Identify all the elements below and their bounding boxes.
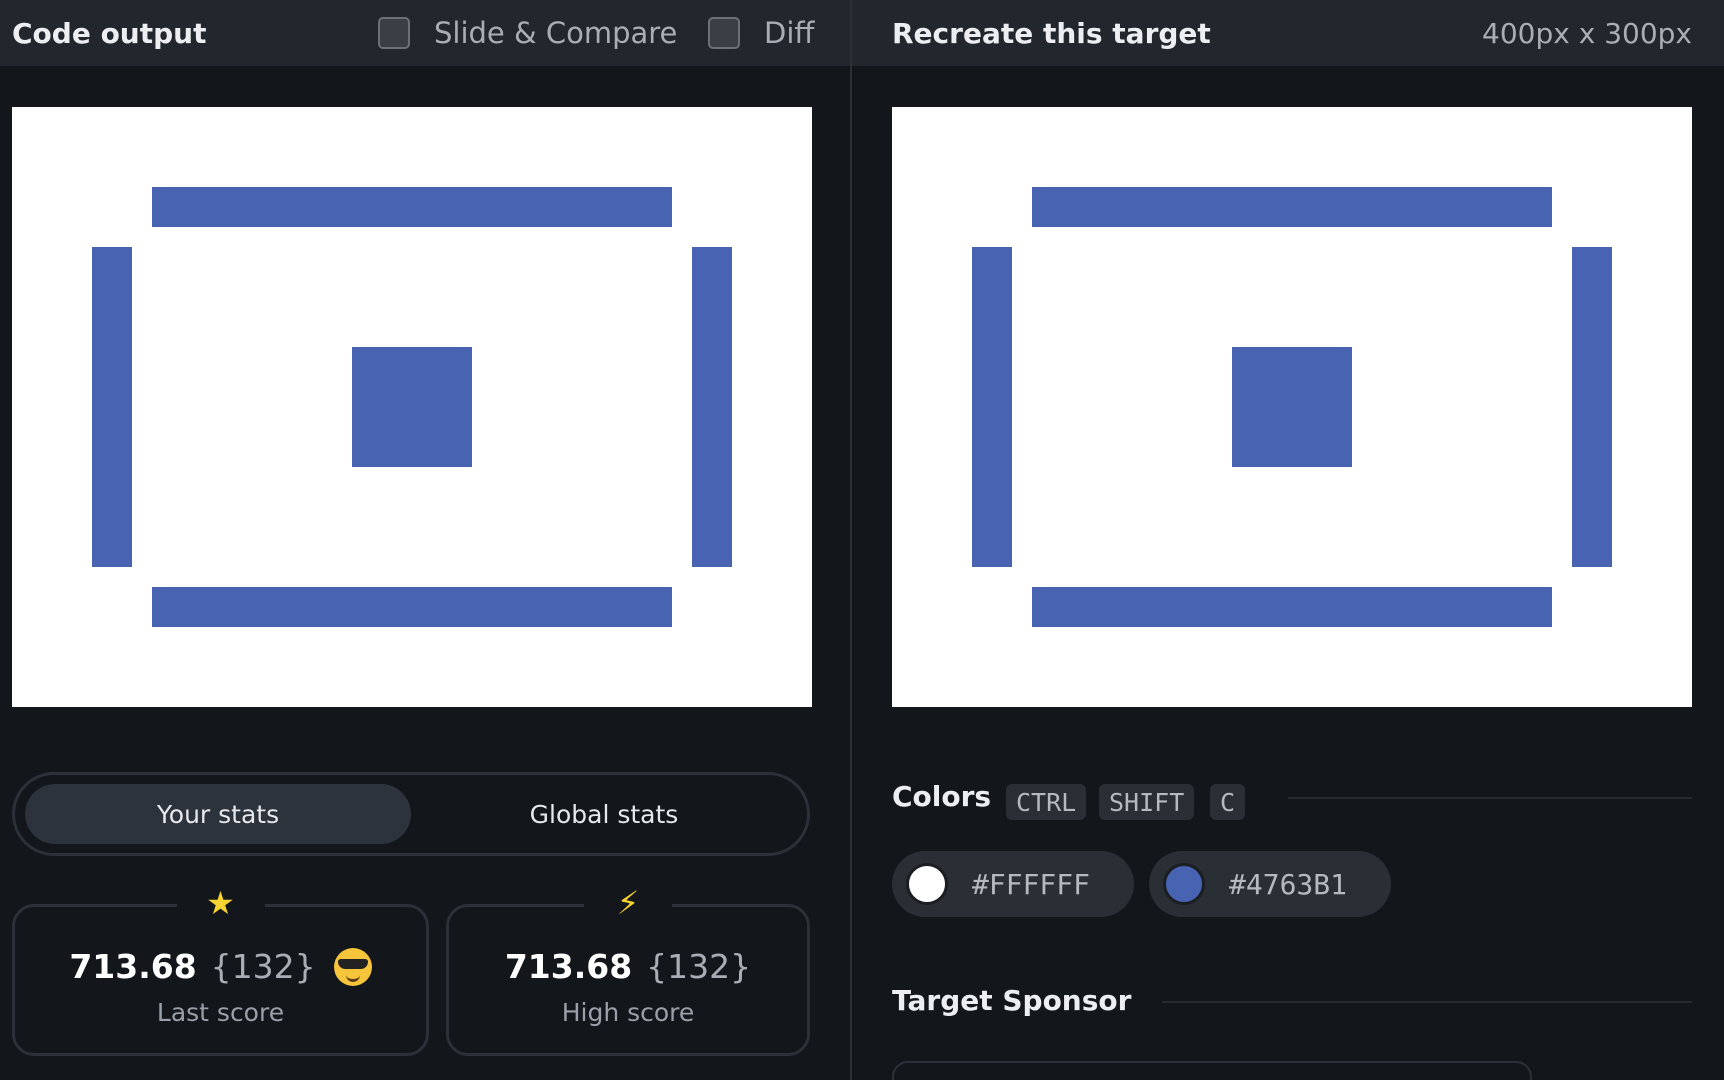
left-bar-shape: [972, 247, 1012, 567]
shortcut-key-shift: SHIFT: [1099, 784, 1195, 820]
star-icon: ★: [176, 879, 265, 927]
color-swatch-blue[interactable]: #4763B1: [1149, 851, 1391, 917]
shortcut-key-ctrl: CTRL: [1006, 784, 1087, 820]
code-output-title: Code output: [12, 16, 207, 50]
diff-checkbox[interactable]: [708, 17, 740, 49]
stats-tabs: Your stats Global stats: [12, 772, 810, 856]
target-canvas: [892, 107, 1692, 707]
high-score-line: 713.68 {132}: [449, 947, 807, 986]
target-dimensions: 400px x 300px: [1482, 16, 1692, 50]
colors-divider: [1288, 797, 1692, 799]
top-bar-shape: [1032, 187, 1552, 227]
top-bar-shape: [152, 187, 672, 227]
diff-label: Diff: [764, 16, 815, 50]
high-score-card: ⚡ 713.68 {132} High score: [446, 879, 810, 1056]
last-score-value: 713.68: [69, 947, 197, 986]
colors-title: Colors: [892, 780, 992, 813]
last-score-count: {132}: [210, 947, 316, 986]
slide-compare-toggle[interactable]: Slide & Compare: [378, 16, 677, 50]
color-swatch-white[interactable]: #FFFFFF: [892, 851, 1134, 917]
sunglasses-emoji-icon: [333, 947, 372, 986]
slide-compare-checkbox[interactable]: [378, 17, 410, 49]
right-bar-shape: [1572, 247, 1612, 567]
center-square-shape: [1232, 347, 1352, 467]
right-bar-shape: [692, 247, 732, 567]
target-title: Recreate this target: [892, 16, 1211, 50]
high-score-label: High score: [561, 998, 695, 1027]
tab-your-stats[interactable]: Your stats: [25, 784, 411, 844]
color-dot-white: [906, 863, 948, 905]
left-bar-shape: [92, 247, 132, 567]
lightning-icon: ⚡: [584, 879, 672, 927]
color-dot-blue: [1163, 863, 1205, 905]
target-header: Recreate this target 400px x 300px: [852, 0, 1724, 66]
last-score-card: ★ 713.68 {132} Last score: [12, 879, 429, 1056]
last-score-label: Last score: [156, 998, 285, 1027]
app-root: Code output Slide & Compare Diff Recreat…: [0, 0, 1724, 1080]
sponsor-card[interactable]: [892, 1061, 1532, 1080]
sponsor-divider: [1162, 1001, 1692, 1003]
center-square-shape: [352, 347, 472, 467]
bottom-bar-shape: [152, 587, 672, 627]
last-score-line: 713.68 {132}: [15, 947, 426, 986]
code-output-canvas[interactable]: [12, 107, 812, 707]
code-output-header: Code output Slide & Compare Diff: [0, 0, 850, 66]
diff-toggle[interactable]: Diff: [708, 16, 814, 50]
shortcut-key-c: C: [1210, 784, 1246, 820]
color-hex-blue: #4763B1: [1229, 867, 1348, 901]
bottom-bar-shape: [1032, 587, 1552, 627]
high-score-count: {132}: [646, 947, 752, 986]
color-hex-white: #FFFFFF: [972, 867, 1091, 901]
slide-compare-label: Slide & Compare: [434, 16, 678, 50]
panel-divider: [850, 0, 852, 1080]
high-score-value: 713.68: [504, 947, 633, 986]
target-sponsor-title: Target Sponsor: [892, 984, 1132, 1017]
tab-global-stats[interactable]: Global stats: [411, 784, 797, 844]
